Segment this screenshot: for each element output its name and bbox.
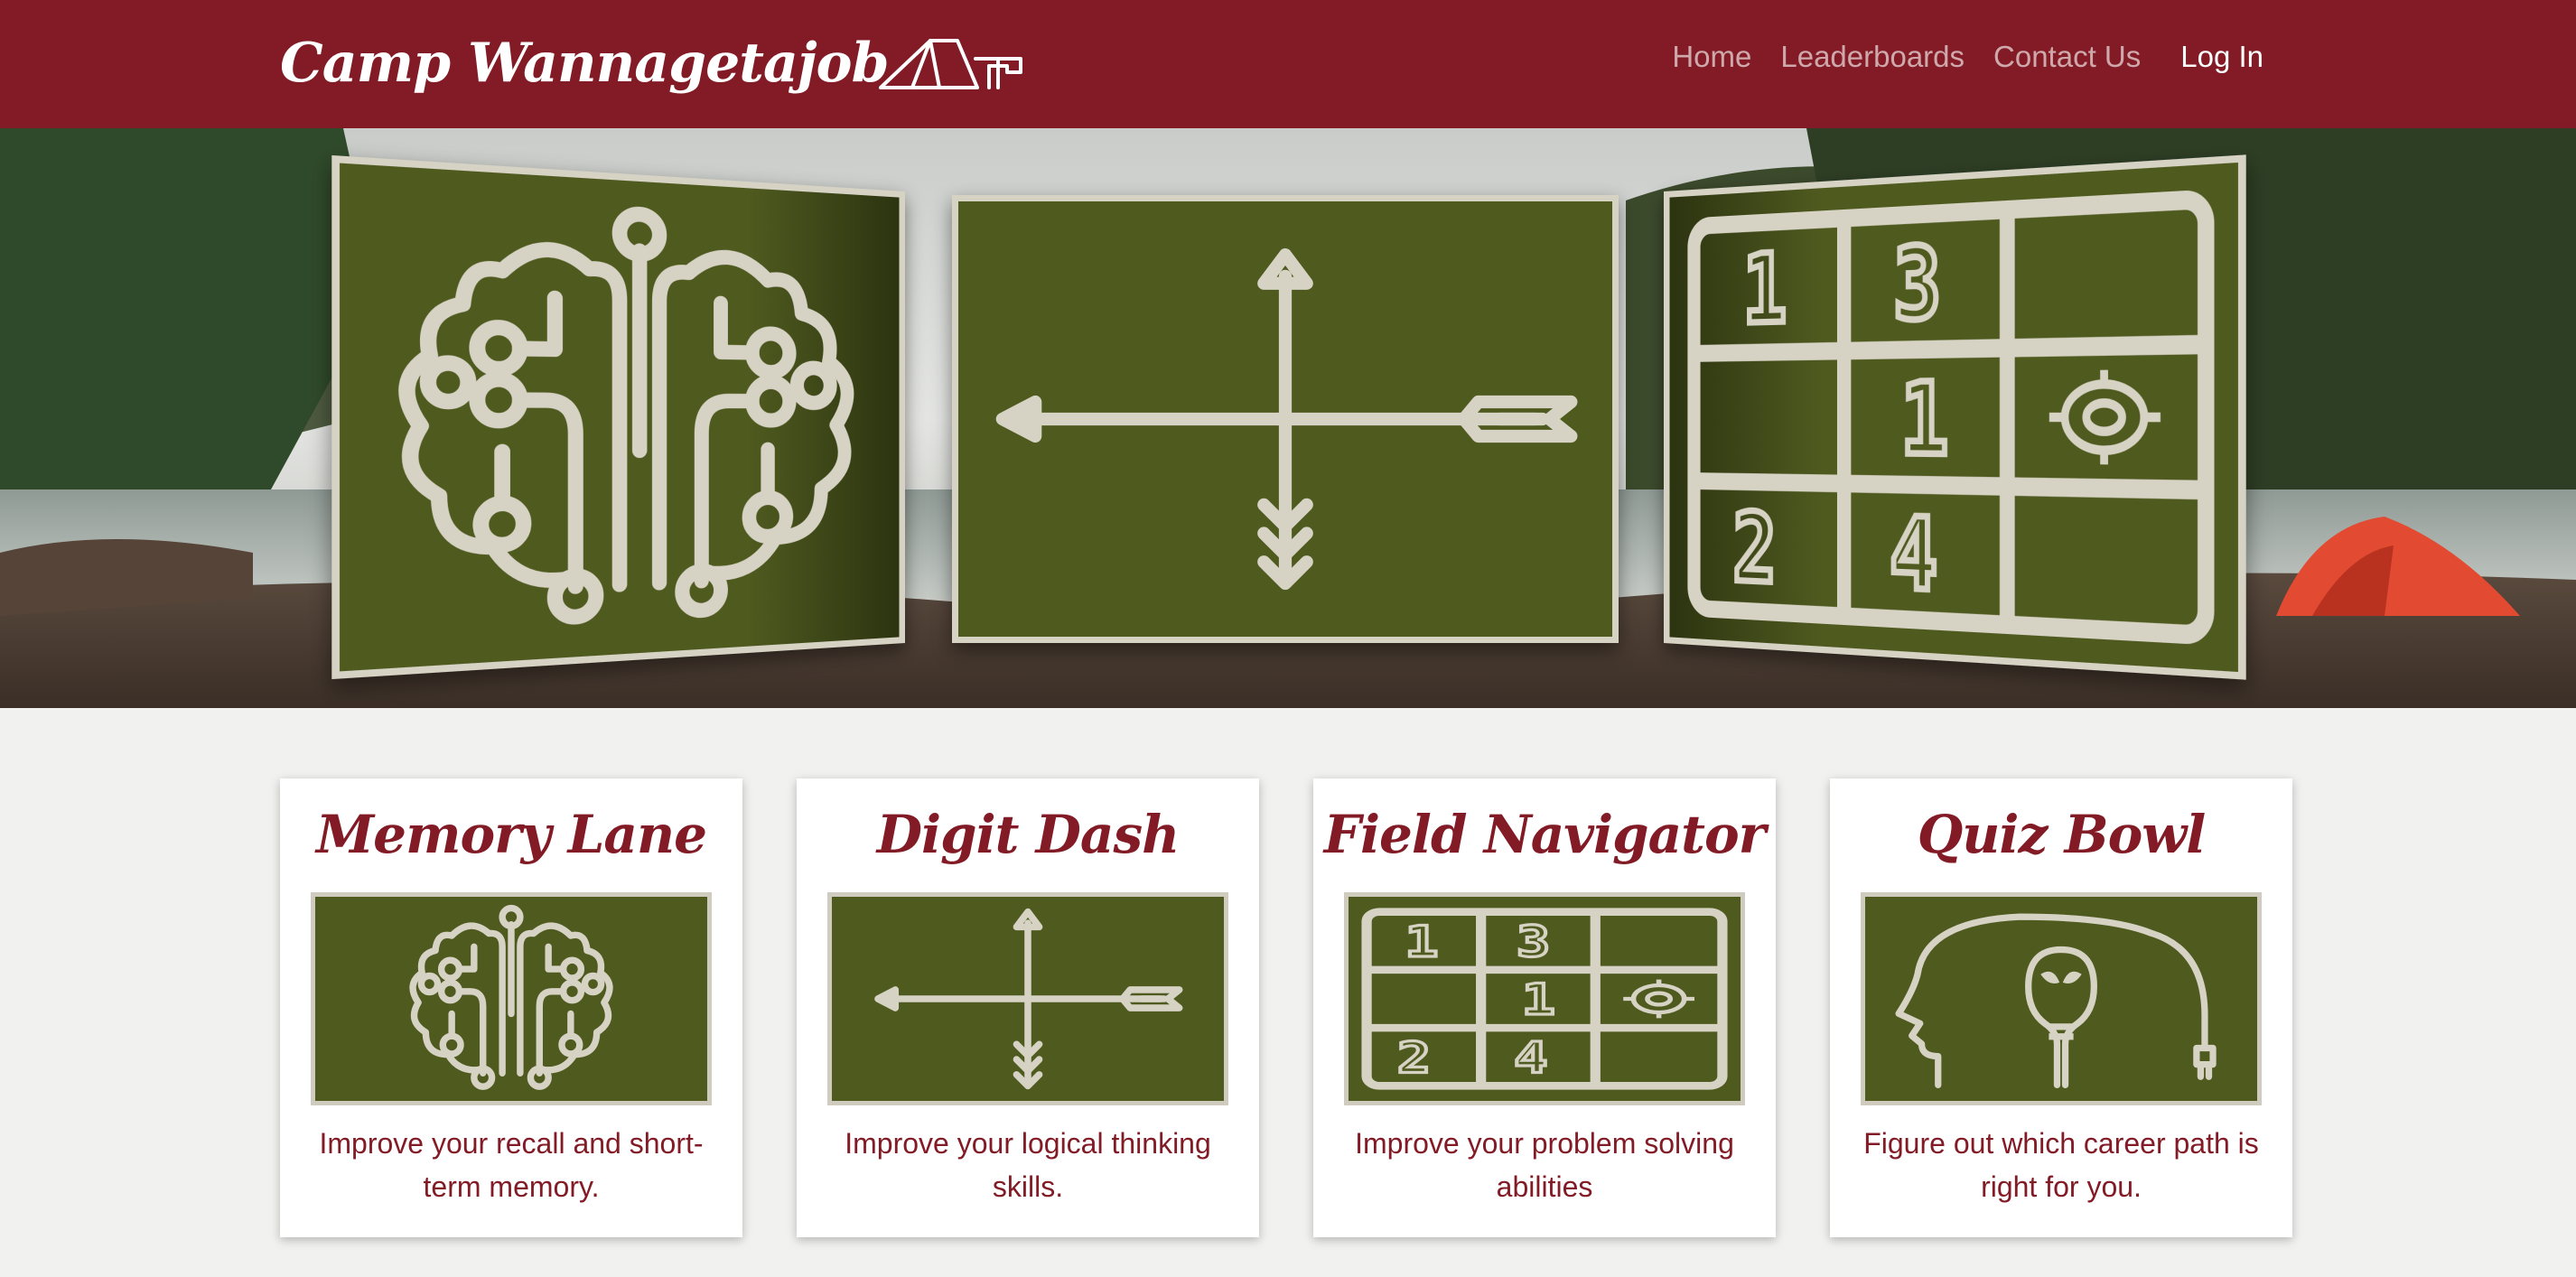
brand-logo-link[interactable]: Camp Wannagetajob <box>280 18 1030 108</box>
card-memory-lane[interactable]: Memory Lane Improve your recall and shor… <box>280 778 742 1237</box>
nav-home-link[interactable]: Home <box>1672 40 1751 74</box>
compass-arrows-icon <box>832 897 1224 1101</box>
log-in-link[interactable]: Log In <box>2180 40 2263 74</box>
card-image[interactable] <box>827 892 1228 1105</box>
card-description: Improve your logical thinking skills. <box>845 1127 1211 1203</box>
card-title: Field Navigator <box>1323 804 1766 865</box>
compass-arrows-icon <box>958 201 1612 637</box>
card-title: Memory Lane <box>315 804 707 865</box>
hero-panel-navigator <box>1664 154 2246 680</box>
card-title: Digit Dash <box>876 804 1181 865</box>
card-title: Quiz Bowl <box>1917 804 2207 865</box>
number-grid-icon <box>1670 163 2238 672</box>
tent-axe-logo-icon <box>878 39 1022 89</box>
nav-links: Home Leaderboards Contact Us Log In <box>1643 40 2263 74</box>
brain-circuit-icon <box>340 163 899 672</box>
nav-contact-us-link[interactable]: Contact Us <box>1993 40 2141 74</box>
head-lightbulb-icon <box>1865 897 2257 1101</box>
nav-leaderboards-link[interactable]: Leaderboards <box>1780 40 1965 74</box>
number-grid-icon <box>1349 897 1741 1101</box>
brand-name: Camp Wannagetajob <box>280 32 890 95</box>
card-description: Figure out which career path is right fo… <box>1863 1127 2259 1203</box>
card-image[interactable] <box>311 892 712 1105</box>
hero-panel-memory <box>331 154 906 680</box>
navbar: Camp Wannagetajob Home Leaderboards Cont… <box>0 0 2576 128</box>
card-digit-dash[interactable]: Digit Dash Improve your logical thinking… <box>797 778 1259 1237</box>
card-description: Improve your recall and short-term memor… <box>319 1127 704 1203</box>
card-image[interactable] <box>1861 892 2262 1105</box>
hero-banner <box>0 128 2576 708</box>
brain-circuit-icon <box>315 897 707 1101</box>
card-quiz-bowl[interactable]: Quiz Bowl Figure out which career path i… <box>1830 778 2292 1237</box>
card-description: Improve your problem solving abilities <box>1355 1127 1734 1203</box>
hero-panel-digit <box>952 195 1619 643</box>
game-cards: Memory Lane Improve your recall and shor… <box>280 778 2292 1237</box>
card-image[interactable] <box>1344 892 1745 1105</box>
card-field-navigator[interactable]: Field Navigator Improve your problem sol… <box>1313 778 1776 1237</box>
